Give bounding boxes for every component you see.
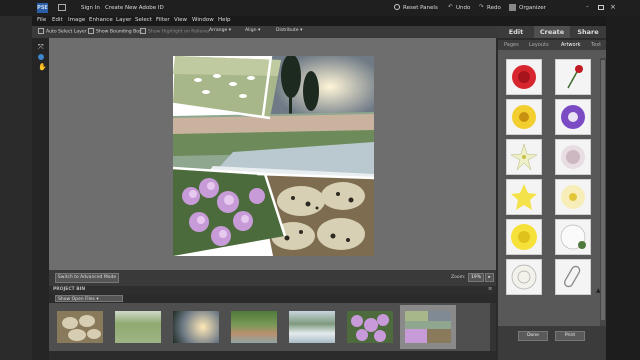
subtab-text[interactable]: Text	[591, 40, 601, 50]
app-logo: PSE	[37, 3, 48, 13]
artwork-pale-daisy[interactable]	[555, 179, 591, 215]
auto-select-layer-checkbox[interactable]: Auto Select Layer	[38, 28, 87, 35]
undo-icon: ↶	[448, 4, 453, 10]
subtab-pages[interactable]: Pages	[504, 40, 519, 50]
subtab-layouts[interactable]: Layouts	[529, 40, 549, 50]
menu-view[interactable]: View	[174, 17, 187, 23]
project-bin-scrollbar[interactable]	[490, 303, 496, 351]
zoom-field[interactable]: 19%	[468, 273, 484, 282]
subtab-artwork[interactable]: Artwork	[561, 40, 581, 50]
align-dropdown[interactable]: Align ▾	[245, 28, 260, 33]
artwork-paper-clip[interactable]	[555, 259, 591, 295]
thumbnail-pink-flowers[interactable]	[342, 305, 398, 349]
create-adobe-id-link[interactable]: Create New Adobe ID	[105, 5, 164, 11]
print-button[interactable]: Print	[555, 331, 585, 341]
project-bin-header	[49, 286, 496, 294]
project-bin-title: PROJECT BIN	[53, 287, 86, 292]
tab-edit[interactable]: Edit	[498, 26, 534, 38]
show-open-files-dropdown[interactable]: Show Open Files ▾	[55, 295, 123, 302]
thumbnail-sunset[interactable]	[168, 305, 224, 349]
menu-file[interactable]: File	[37, 17, 46, 23]
view-icon[interactable]	[58, 4, 66, 11]
move-tool-icon[interactable]: ⤧	[38, 43, 44, 52]
maximize-button[interactable]	[598, 5, 604, 10]
menu-image[interactable]: Image	[68, 17, 85, 23]
reset-panels-button[interactable]: Reset Panels	[403, 5, 438, 11]
tab-create[interactable]: Create	[534, 26, 570, 38]
artwork-white-gardenia[interactable]	[555, 219, 591, 255]
artwork-white-star-flower[interactable]	[506, 139, 542, 175]
close-button[interactable]: ×	[610, 3, 616, 11]
artwork-red-rose[interactable]	[506, 59, 542, 95]
menu-layer[interactable]: Layer	[116, 17, 131, 23]
tab-share[interactable]: Share	[570, 26, 606, 38]
right-dark-margin	[606, 16, 640, 360]
menu-enhance[interactable]: Enhance	[89, 17, 113, 23]
organizer-button[interactable]: Organizer	[519, 5, 546, 11]
artwork-yellow-rose[interactable]	[506, 219, 542, 255]
artwork-yellow-star-flower[interactable]	[506, 179, 542, 215]
photo-collage[interactable]	[173, 56, 374, 256]
panel-footer	[498, 326, 606, 360]
show-bounding-box-checkbox[interactable]: Show Bounding Box	[88, 28, 142, 35]
minimize-button[interactable]: –	[586, 4, 589, 10]
sign-in-link[interactable]: Sign In	[81, 5, 100, 11]
thumbnail-beach[interactable]	[284, 305, 340, 349]
menu-filter[interactable]: Filter	[156, 17, 170, 23]
distribute-dropdown[interactable]: Distribute ▾	[276, 28, 302, 33]
hand-tool-icon[interactable]: ✋	[38, 63, 47, 71]
zoom-tool-icon[interactable]	[38, 54, 44, 60]
artwork-white-carnation[interactable]	[555, 139, 591, 175]
artwork-white-rose[interactable]	[506, 259, 542, 295]
redo-button[interactable]: Redo	[487, 5, 501, 11]
thumbnail-riverbank[interactable]	[226, 305, 282, 349]
done-button[interactable]: Done	[518, 331, 548, 341]
bin-menu-icon[interactable]: ≡	[488, 286, 492, 292]
artwork-panel-scroll-thumb[interactable]	[601, 60, 605, 320]
mouse-cursor-icon: ▲	[596, 287, 601, 294]
thumbnail-eggs[interactable]	[52, 305, 108, 349]
redo-icon: ↷	[479, 4, 484, 10]
artwork-yellow-daisy[interactable]	[506, 99, 542, 135]
thumbnail-collage-selected[interactable]	[400, 305, 456, 349]
menu-window[interactable]: Window	[192, 17, 214, 23]
show-highlight-checkbox[interactable]: Show Highlight on Rollover	[140, 28, 210, 35]
zoom-arrow-icon[interactable]: ▸	[485, 273, 494, 282]
menu-select[interactable]: Select	[135, 17, 152, 23]
artwork-rose-stem[interactable]	[555, 59, 591, 95]
undo-button[interactable]: Undo	[456, 5, 470, 11]
organizer-icon	[509, 4, 516, 11]
menu-edit[interactable]: Edit	[52, 17, 63, 23]
zoom-label: Zoom:	[451, 275, 466, 280]
menu-help[interactable]: Help	[218, 17, 231, 23]
reset-panels-icon	[394, 4, 400, 10]
tool-bar	[32, 38, 49, 360]
artwork-purple-flower[interactable]	[555, 99, 591, 135]
arrange-dropdown[interactable]: Arrange ▾	[209, 28, 231, 33]
thumbnail-birds[interactable]	[110, 305, 166, 349]
switch-to-advanced-mode-button[interactable]: Switch to Advanced Mode	[55, 273, 119, 283]
